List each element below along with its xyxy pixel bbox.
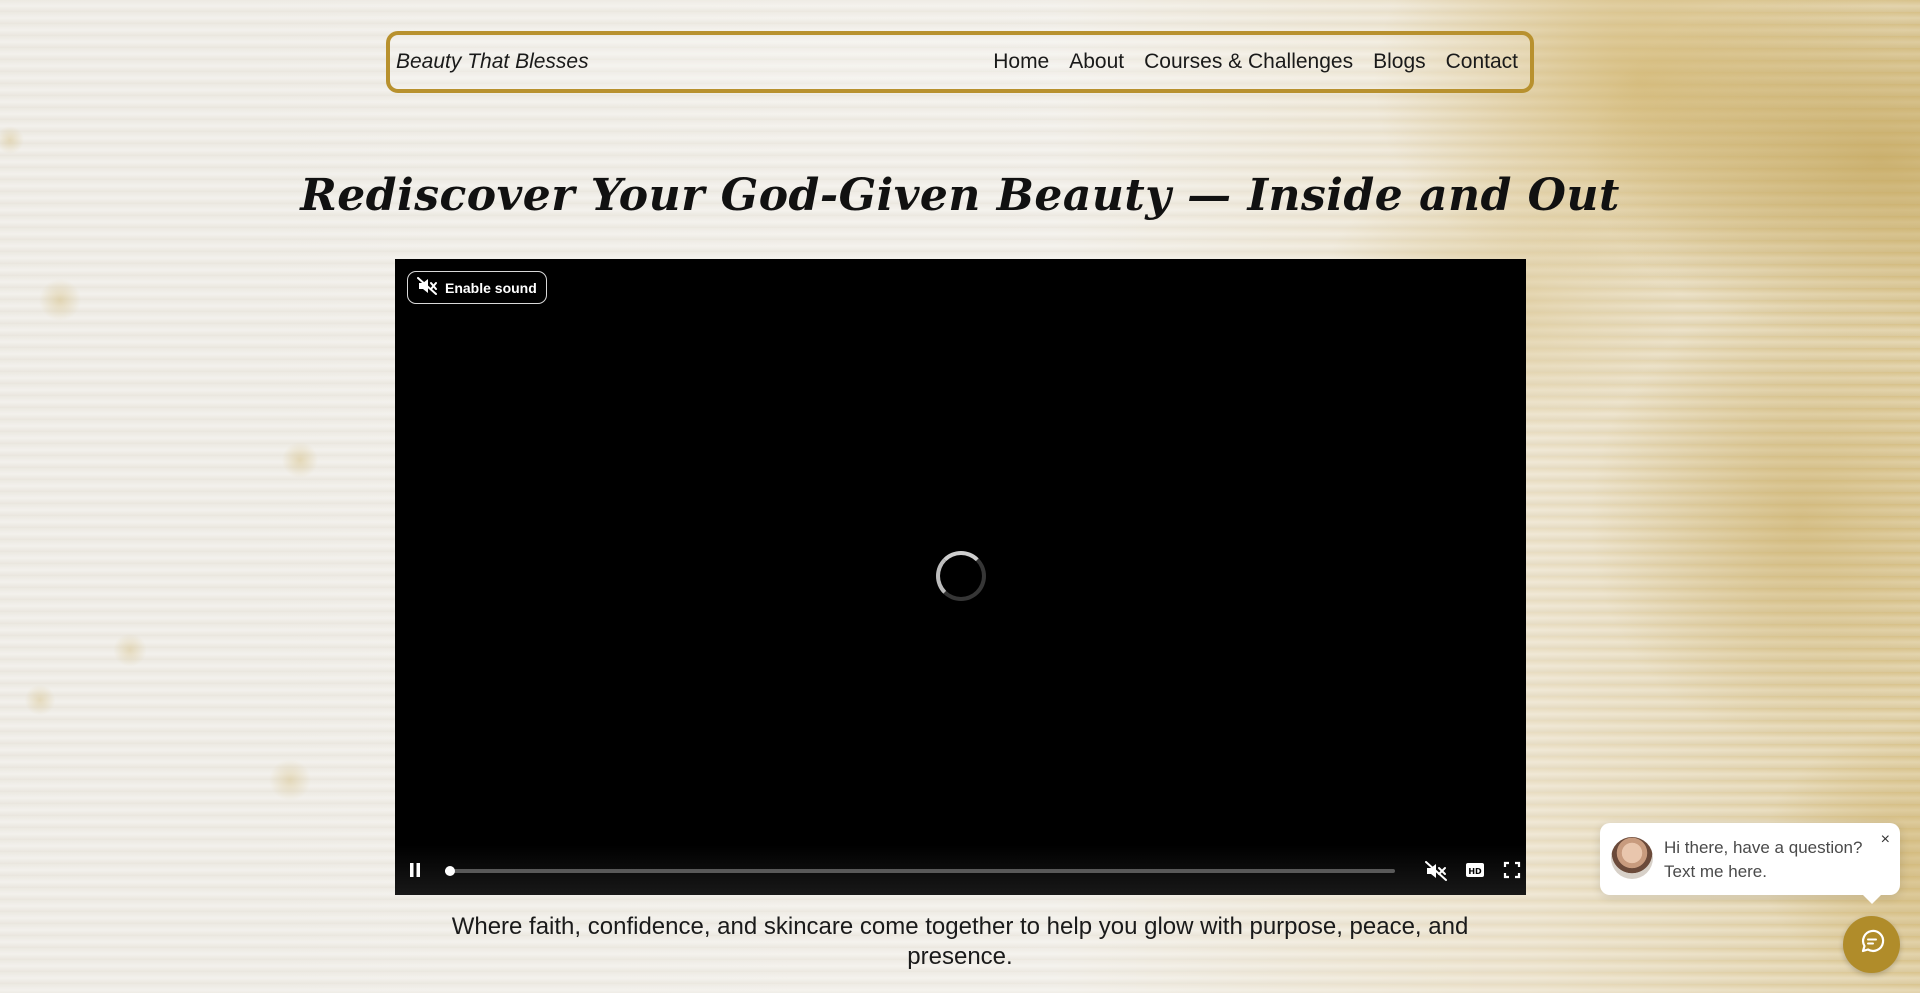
chat-avatar xyxy=(1611,837,1653,879)
top-navigation: Beauty That Blesses Home About Courses &… xyxy=(386,31,1534,93)
enable-sound-label: Enable sound xyxy=(445,279,537,296)
video-controls: HD xyxy=(395,845,1526,895)
video-player[interactable]: Enable sound HD xyxy=(395,259,1526,895)
hero-title: Rediscover Your God-Given Beauty — Insid… xyxy=(300,170,1620,221)
nav-link-contact[interactable]: Contact xyxy=(1446,50,1518,74)
nav-link-courses[interactable]: Courses & Challenges xyxy=(1144,50,1353,74)
fullscreen-icon[interactable] xyxy=(1503,861,1521,884)
mute-icon[interactable] xyxy=(1425,861,1447,886)
hero-tagline: Where faith, confidence, and skincare co… xyxy=(451,913,1469,970)
nav-links: Home About Courses & Challenges Blogs Co… xyxy=(993,50,1518,74)
chat-prompt-text: Hi there, have a question? Text me here. xyxy=(1664,838,1863,881)
chat-prompt-bubble[interactable]: Hi there, have a question? Text me here.… xyxy=(1600,823,1900,904)
nav-link-blogs[interactable]: Blogs xyxy=(1373,50,1426,74)
video-progress-bar[interactable] xyxy=(444,866,1395,876)
nav-link-home[interactable]: Home xyxy=(993,50,1049,74)
chat-launcher-button[interactable] xyxy=(1843,916,1900,973)
nav-link-about[interactable]: About xyxy=(1069,50,1124,74)
video-progress-knob[interactable] xyxy=(444,866,455,876)
loading-spinner xyxy=(936,551,986,601)
muted-speaker-icon xyxy=(417,277,437,298)
chat-icon xyxy=(1857,927,1887,962)
pause-icon[interactable] xyxy=(407,861,423,884)
hd-icon[interactable]: HD xyxy=(1465,861,1485,884)
site-brand[interactable]: Beauty That Blesses xyxy=(396,50,589,74)
enable-sound-button[interactable]: Enable sound xyxy=(407,271,547,304)
close-icon[interactable]: × xyxy=(1881,831,1890,849)
svg-text:HD: HD xyxy=(1468,867,1482,876)
